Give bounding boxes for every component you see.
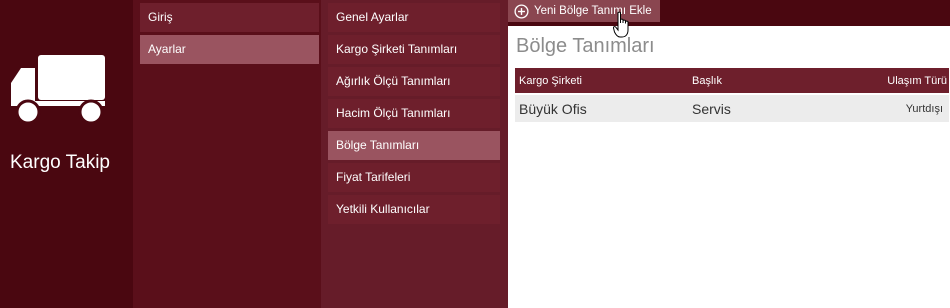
main-content: Yeni Bölge Tanımı Ekle Bölge Tanımları K… [508, 0, 950, 308]
add-region-label: Yeni Bölge Tanımı Ekle [534, 5, 652, 17]
plus-circle-icon [514, 3, 529, 19]
header-ulasim-turu[interactable]: Ulaşım Türü [887, 68, 947, 93]
menu-item-giris[interactable]: Giriş [140, 3, 319, 32]
settings-submenu: Genel Ayarlar Kargo Şirketi Tanımları Ağ… [321, 0, 508, 308]
cell-kargo-sirketi: Büyük Ofis [519, 100, 587, 117]
submenu-item-agirlik-olcu[interactable]: Ağırlık Ölçü Tanımları [328, 67, 500, 96]
table-row[interactable]: Büyük Ofis Servis Yurtdışı [515, 95, 949, 122]
menu-item-ayarlar[interactable]: Ayarlar [140, 35, 319, 64]
header-baslik[interactable]: Başlık [692, 68, 722, 93]
toolbar: Yeni Bölge Tanımı Ekle [508, 0, 950, 26]
cell-baslik: Servis [692, 100, 731, 117]
submenu-item-fiyat-tarifeleri[interactable]: Fiyat Tarifeleri [328, 163, 500, 192]
brand-panel: Kargo Takip [0, 0, 133, 308]
submenu-item-kargo-sirketi[interactable]: Kargo Şirketi Tanımları [328, 35, 500, 64]
app-title: Kargo Takip [10, 152, 110, 173]
table-header: Kargo Şirketi Başlık Ulaşım Türü [515, 68, 949, 93]
cell-ulasim-turu: Yurtdışı [905, 102, 943, 115]
submenu-item-bolge-tanimlari[interactable]: Bölge Tanımları [328, 131, 500, 160]
page-title: Bölge Tanımları [516, 35, 655, 57]
add-region-button[interactable]: Yeni Bölge Tanımı Ekle [508, 0, 660, 22]
submenu-item-genel-ayarlar[interactable]: Genel Ayarlar [328, 3, 500, 32]
header-kargo-sirketi[interactable]: Kargo Şirketi [519, 68, 582, 93]
submenu-item-yetkili-kullanicilar[interactable]: Yetkili Kullanıcılar [328, 195, 500, 224]
submenu-item-hacim-olcu[interactable]: Hacim Ölçü Tanımları [328, 99, 500, 128]
main-menu: Giriş Ayarlar [133, 0, 321, 308]
truck-icon [11, 55, 105, 125]
